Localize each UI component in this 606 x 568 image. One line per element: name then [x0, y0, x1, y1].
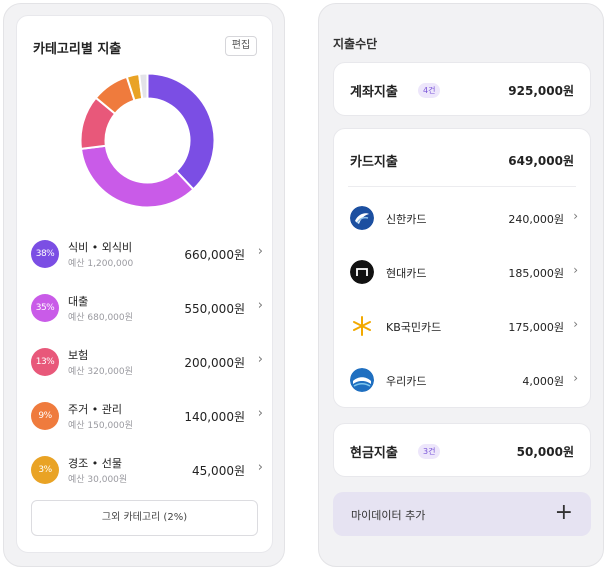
card-row-kb[interactable]: KB국민카드 175,000원 ›: [350, 314, 578, 338]
category-spending-card: 카테고리별 지출 편집 38% 식비 • 외식비 예산 1,200,000 66…: [16, 15, 273, 553]
account-label: 계좌지출: [350, 85, 398, 100]
chevron-right-icon: ›: [257, 298, 263, 313]
category-amount: 200,000원: [184, 356, 245, 370]
edit-button[interactable]: 편집: [225, 36, 257, 56]
category-name: 대출: [68, 295, 89, 308]
category-budget: 예산 680,000원: [68, 313, 133, 323]
category-amount: 660,000원: [184, 248, 245, 262]
category-name: 경조 • 선물: [68, 457, 122, 470]
chevron-right-icon: ›: [573, 209, 578, 223]
category-amount: 45,000원: [191, 464, 245, 478]
donut-segment: [146, 73, 215, 191]
shinhan-logo-icon: [350, 206, 374, 230]
kb-logo-icon: [353, 316, 371, 336]
percent-badge: 13%: [31, 348, 59, 376]
count-badge: 3건: [418, 444, 441, 459]
left-panel: 카테고리별 지출 편집 38% 식비 • 외식비 예산 1,200,000 66…: [3, 3, 285, 567]
card-name: KB국민카드: [386, 321, 442, 334]
percent-badge: 9%: [31, 402, 59, 430]
card-amount: 4,000원: [522, 375, 564, 388]
category-row-insurance[interactable]: 13% 보험 예산 320,000원 200,000원 ›: [31, 342, 263, 382]
category-budget: 예산 320,000원: [68, 367, 133, 377]
card-name: 현대카드: [386, 267, 427, 280]
chevron-right-icon: ›: [257, 406, 263, 421]
category-amount: 140,000원: [184, 410, 245, 424]
count-badge: 4건: [418, 83, 441, 98]
chevron-right-icon: ›: [257, 352, 263, 367]
card-amount: 240,000원: [508, 213, 564, 226]
category-row-food[interactable]: 38% 식비 • 외식비 예산 1,200,000 660,000원 ›: [31, 234, 263, 274]
card-row-shinhan[interactable]: 신한카드 240,000원 ›: [350, 206, 578, 230]
right-panel: 지출수단 계좌지출 4건 925,000원 카드지출 649,000원 신한카드…: [318, 3, 604, 567]
percent-badge: 38%: [31, 240, 59, 268]
donut-segment: [80, 144, 195, 208]
category-budget: 예산 30,000원: [68, 475, 128, 485]
add-mydata-button[interactable]: 마이데이터 추가 +: [333, 492, 591, 536]
add-mydata-label: 마이데이터 추가: [351, 509, 426, 522]
divider: [348, 186, 576, 187]
plus-icon: +: [554, 500, 573, 525]
card-spending-card: 카드지출 649,000원 신한카드 240,000원 › 현대카드 185,0…: [333, 128, 591, 408]
category-row-housing[interactable]: 9% 주거 • 관리 예산 150,000원 140,000원 ›: [31, 396, 263, 436]
category-row-gifts[interactable]: 3% 경조 • 선물 예산 30,000원 45,000원 ›: [31, 450, 263, 490]
card-name: 신한카드: [386, 213, 427, 226]
card-name: 우리카드: [386, 375, 427, 388]
cash-label: 현금지출: [350, 446, 398, 461]
chevron-right-icon: ›: [257, 460, 263, 475]
account-amount: 925,000원: [508, 84, 574, 98]
hyundai-logo-icon: [350, 260, 374, 284]
other-categories-button[interactable]: 그외 카테고리 (2%): [31, 500, 258, 536]
card-amount: 185,000원: [508, 267, 564, 280]
card-amount: 175,000원: [508, 321, 564, 334]
card-spending-label: 카드지출: [350, 155, 398, 170]
card-spending-amount: 649,000원: [508, 154, 574, 168]
category-row-loan[interactable]: 35% 대출 예산 680,000원 550,000원 ›: [31, 288, 263, 328]
chevron-right-icon: ›: [573, 317, 578, 331]
chevron-right-icon: ›: [573, 263, 578, 277]
woori-logo-icon: [350, 368, 374, 392]
category-name: 식비 • 외식비: [68, 241, 133, 254]
category-budget: 예산 150,000원: [68, 421, 133, 431]
cash-amount: 50,000원: [516, 445, 574, 459]
card-row-woori[interactable]: 우리카드 4,000원 ›: [350, 368, 578, 392]
category-name: 보험: [68, 349, 89, 362]
card-row-hyundai[interactable]: 현대카드 185,000원 ›: [350, 260, 578, 284]
category-title: 카테고리별 지출: [33, 42, 122, 57]
payment-method-title: 지출수단: [333, 37, 378, 51]
category-budget: 예산 1,200,000: [68, 259, 134, 269]
category-donut-chart: [80, 73, 215, 208]
account-spending-card[interactable]: 계좌지출 4건 925,000원: [333, 62, 591, 116]
percent-badge: 3%: [31, 456, 59, 484]
cash-spending-card[interactable]: 현금지출 3건 50,000원: [333, 423, 591, 477]
percent-badge: 35%: [31, 294, 59, 322]
category-name: 주거 • 관리: [68, 403, 122, 416]
chevron-right-icon: ›: [573, 371, 578, 385]
chevron-right-icon: ›: [257, 244, 263, 259]
category-amount: 550,000원: [184, 302, 245, 316]
